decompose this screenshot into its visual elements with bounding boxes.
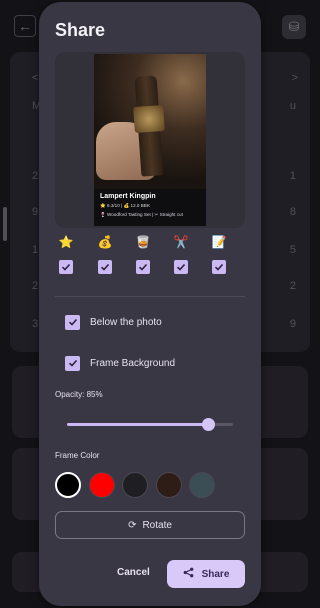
notes-checkbox[interactable]: [212, 260, 226, 274]
preview-line-1: ⭐ 6.3/10 | 💰 12.0 BBK: [100, 203, 150, 208]
drink-checkbox[interactable]: [136, 260, 150, 274]
preview-card: Lampert Kingpin ⭐ 6.3/10 | 💰 12.0 BBK 🍷 …: [94, 54, 206, 226]
frame-color-swatch[interactable]: [89, 472, 115, 498]
rating-checkbox[interactable]: [59, 260, 73, 274]
share-button[interactable]: Share: [167, 560, 245, 588]
frame-color-swatch[interactable]: [55, 472, 81, 498]
slider-thumb[interactable]: [202, 418, 215, 431]
share-label: Share: [201, 568, 230, 580]
memo-icon: 📝: [211, 235, 227, 249]
rotate-icon: ⟳: [128, 519, 137, 531]
field-icons-row: ⭐ 💰 🥃 ✂️ 📝: [55, 235, 245, 253]
cut-checkbox[interactable]: [174, 260, 188, 274]
share-preview: Lampert Kingpin ⭐ 6.3/10 | 💰 12.0 BBK 🍷 …: [55, 52, 245, 228]
cigar-photo: [94, 54, 206, 189]
cancel-button[interactable]: Cancel: [117, 567, 150, 578]
frame-color-swatch[interactable]: [189, 472, 215, 498]
preview-info: Lampert Kingpin ⭐ 6.3/10 | 💰 12.0 BBK 🍷 …: [94, 189, 206, 226]
frame-background-option[interactable]: Frame Background: [65, 354, 175, 372]
share-dialog: Share Lampert Kingpin ⭐ 6.3/10 | 💰 12.0 …: [39, 2, 261, 606]
frame-background-checkbox[interactable]: [65, 355, 80, 371]
share-icon: [183, 567, 194, 581]
below-photo-checkbox[interactable]: [65, 314, 80, 330]
glass-icon: 🥃: [135, 235, 151, 249]
opacity-slider[interactable]: [67, 418, 233, 431]
scissors-icon: ✂️: [173, 235, 189, 249]
cigar-band: [133, 104, 165, 134]
below-photo-label: Below the photo: [90, 316, 162, 328]
below-photo-option[interactable]: Below the photo: [65, 313, 162, 331]
frame-background-label: Frame Background: [90, 357, 176, 369]
star-icon: ⭐: [58, 235, 74, 249]
frame-color-swatch[interactable]: [122, 472, 148, 498]
price-checkbox[interactable]: [98, 260, 112, 274]
opacity-label: Opacity: 85%: [55, 390, 103, 399]
preview-line-2: 🍷 Woodford Tasting Set | ✂ Straight cut: [100, 212, 183, 217]
frame-color-swatches: [55, 472, 245, 498]
divider: [55, 296, 245, 297]
frame-color-label: Frame Color: [55, 451, 100, 460]
rotate-label: Rotate: [142, 519, 172, 531]
preview-name: Lampert Kingpin: [100, 193, 156, 200]
money-bag-icon: 💰: [97, 235, 113, 249]
frame-color-swatch[interactable]: [156, 472, 182, 498]
slider-fill: [67, 423, 208, 426]
dialog-title: Share: [55, 20, 106, 40]
field-checkboxes-row: [55, 260, 245, 278]
rotate-button[interactable]: ⟳ Rotate: [55, 511, 245, 539]
